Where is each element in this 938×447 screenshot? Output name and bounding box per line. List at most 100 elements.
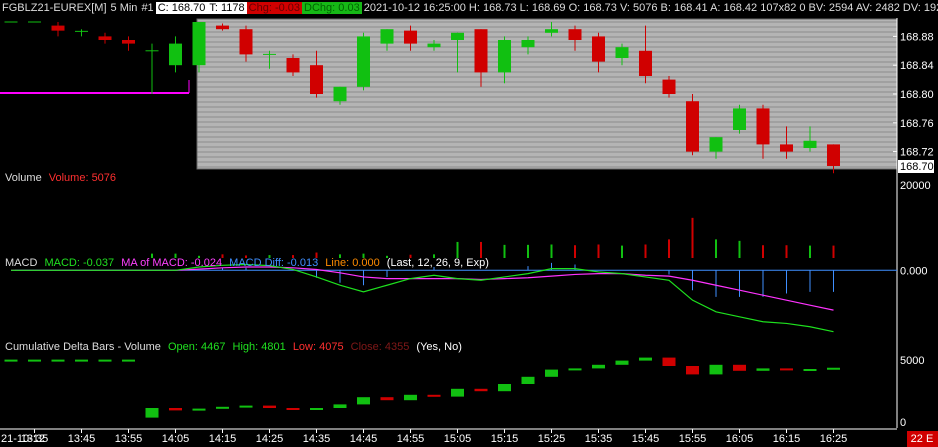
change-box: Chg: -0.03 (246, 2, 303, 14)
time-axis-label: 13:55 (115, 433, 143, 445)
chart-canvas[interactable]: 168.88 168.84 168.80 168.76 168.72 168.70 2000… (0, 0, 938, 447)
delta-bar (733, 364, 746, 371)
time-axis-label: 14:15 (209, 433, 237, 445)
chart-number: #1 (141, 2, 154, 14)
delta-bar (263, 405, 276, 408)
delta-bar (427, 394, 441, 397)
time-axis-label: 15:25 (538, 433, 566, 445)
time-axis-label: 15:55 (679, 433, 707, 445)
price-candle (521, 40, 535, 48)
price-candle (333, 86, 347, 102)
delta-bar (357, 397, 370, 405)
time-axis-label: 15:15 (491, 433, 519, 445)
price-axis-label: 168.88 (900, 31, 934, 43)
delta-bar (521, 376, 535, 384)
time-axis-label: 14:05 (162, 433, 190, 445)
delta-bar (451, 388, 464, 397)
price-candle (474, 29, 488, 73)
price-candle (122, 40, 135, 44)
price-candle (427, 43, 441, 48)
price-candle (615, 47, 629, 58)
macd-ma-value: MA of MACD: -0.024 (121, 257, 223, 269)
delta-bar (780, 368, 793, 371)
delta-bar (568, 368, 582, 371)
price-axis-label: 168.84 (900, 60, 934, 72)
time-axis-label: 14:35 (303, 433, 331, 445)
delta-bar (662, 357, 676, 366)
interval-label[interactable]: 5 Min (109, 2, 140, 14)
price-candle (592, 36, 605, 62)
delta-bar (310, 408, 323, 410)
delta-bar (286, 408, 300, 410)
price-candle (498, 40, 511, 73)
price-candle (568, 29, 582, 40)
volume-panel-label: Volume Volume: 5076 (5, 172, 116, 184)
delta-title: Cumulative Delta Bars - Volume (5, 341, 161, 353)
price-candle (451, 32, 464, 40)
bar-info-text: 2021-10-12 16:25:00 H: 168.73 L: 168.69 … (363, 2, 938, 14)
volume-axis-label: 20000 (900, 180, 931, 192)
delta-params: (Yes, No) (416, 341, 462, 353)
time-axis-label: 15:45 (632, 433, 660, 445)
time-axis-label: 13:35 (21, 433, 49, 445)
price-axis-label: 168.80 (900, 89, 934, 101)
time-axis-label: 16:15 (773, 433, 801, 445)
delta-bar (192, 408, 206, 411)
time-axis-label: 15:05 (444, 433, 472, 445)
time-axis-label: 14:45 (350, 433, 378, 445)
delta-bar (545, 369, 558, 377)
price-candle (756, 108, 770, 145)
price-candle (239, 29, 253, 55)
macd-signal-line (11, 266, 834, 311)
delta-bar (498, 384, 511, 392)
price-axis-label: 168.76 (900, 118, 934, 130)
current-price-label: 168.70 (900, 161, 934, 173)
delta-open: Open: 4467 (167, 341, 226, 353)
time-axis-label: 14:25 (256, 433, 284, 445)
macd-line-value: Line: 0.000 (325, 257, 380, 269)
delta-bar (474, 388, 488, 392)
delta-bar (615, 360, 629, 365)
price-candle (733, 108, 746, 130)
price-candle (827, 144, 840, 166)
price-candle (404, 30, 417, 44)
price-candle (357, 36, 370, 87)
delta-bar (756, 368, 770, 371)
day-change-box: DChg: 0.03 (302, 2, 362, 14)
price-candle (169, 43, 182, 66)
macd-line (11, 263, 834, 333)
macd-diff-value: MACD Diff: -0.013 (229, 257, 319, 269)
price-candle (380, 29, 394, 44)
volume-title: Volume (5, 172, 42, 184)
delta-bar (169, 408, 182, 411)
delta-low: Low: 4075 (292, 341, 344, 353)
price-candle (51, 25, 65, 31)
macd-value: MACD: -0.037 (44, 257, 115, 269)
delta-bar (239, 405, 253, 408)
price-candle (639, 50, 652, 76)
macd-panel-label: MACD MACD: -0.037 MA of MACD: -0.024 MAC… (5, 257, 489, 269)
time-axis-label: 15:35 (585, 433, 613, 445)
macd-title: MACD (5, 257, 38, 269)
price-candle (709, 137, 723, 152)
delta-bar (803, 369, 817, 371)
price-candle (98, 36, 112, 40)
time-axis-label: 13:45 (68, 433, 96, 445)
price-candle (686, 101, 699, 152)
price-candle (192, 22, 206, 66)
delta-panel-label: Cumulative Delta Bars - Volume Open: 446… (5, 341, 462, 353)
volume-value: Volume: 5076 (48, 172, 117, 184)
corner-label: 22 E (911, 433, 934, 445)
delta-bar (145, 408, 159, 418)
time-axis-label: 16:25 (820, 433, 848, 445)
symbol-label[interactable]: FGBLZ21-EUREX[M] (0, 2, 109, 14)
delta-bar (686, 366, 699, 375)
delta-bar (639, 357, 652, 361)
price-axis-label: 168.72 (900, 147, 934, 159)
delta-bar (827, 367, 840, 370)
delta-high: High: 4801 (232, 341, 286, 353)
close-price-box: C: 168.70 (155, 2, 208, 14)
delta-bar (333, 404, 347, 408)
price-candle (310, 65, 323, 94)
price-candle (803, 140, 817, 148)
